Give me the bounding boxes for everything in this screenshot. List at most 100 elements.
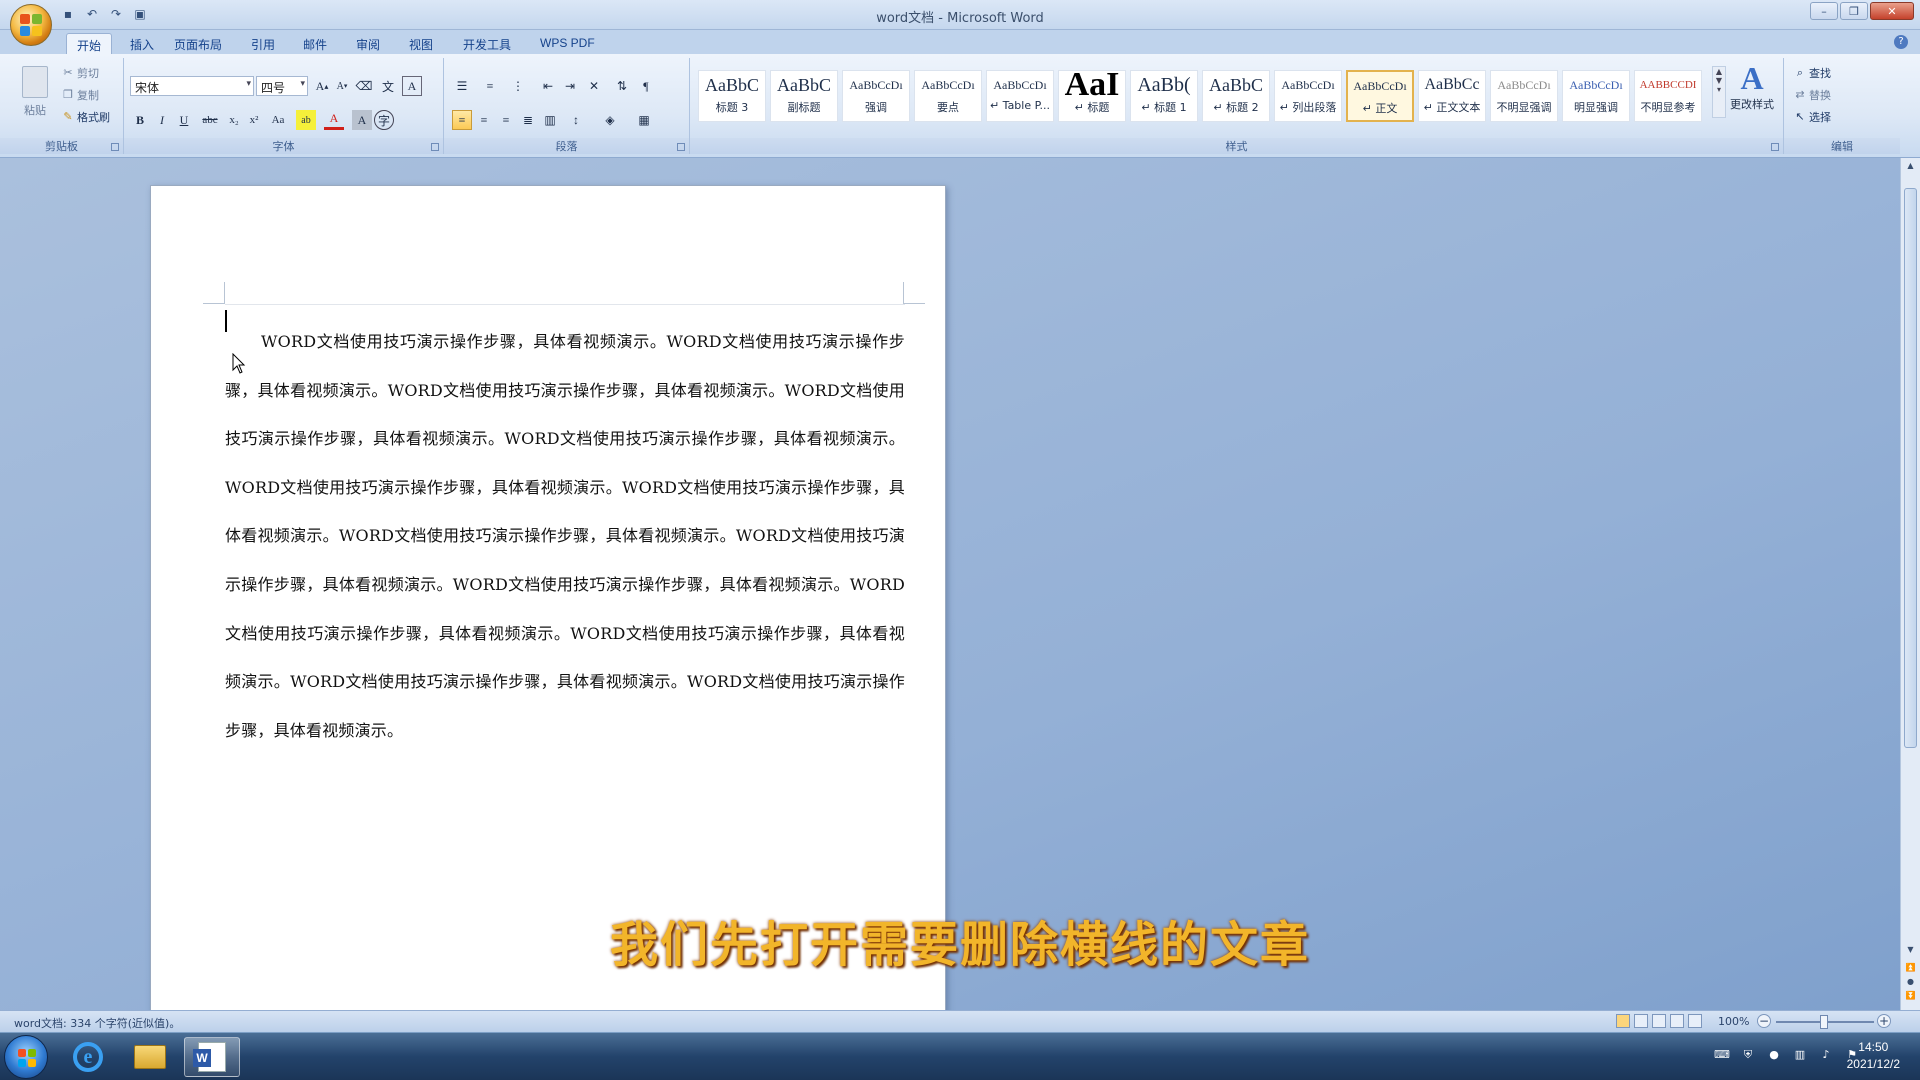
enclose-char-icon[interactable]: 字 (374, 110, 394, 130)
increase-indent-icon[interactable]: ⇥ (560, 76, 580, 96)
browse-object-icon[interactable]: ● (1904, 976, 1917, 988)
borders-icon[interactable]: ▦ (634, 110, 654, 130)
style-item[interactable]: AaI ↵ 标题 (1058, 70, 1126, 122)
zoom-level[interactable]: 100% (1718, 1015, 1749, 1028)
styles-launcher[interactable] (1771, 143, 1779, 151)
underline-button[interactable]: U (174, 110, 194, 130)
justify-button[interactable]: ≣ (518, 110, 538, 130)
italic-button[interactable]: I (152, 110, 172, 130)
style-item[interactable]: AaBb(↵ 标题 1 (1130, 70, 1198, 122)
distributed-button[interactable]: ▥ (540, 110, 560, 130)
style-item[interactable]: AaBbCcDı 不明显强调 (1490, 70, 1558, 122)
char-shading-icon[interactable]: A (352, 110, 372, 130)
style-item[interactable]: AaBbCcDı ↵ 正文 (1346, 70, 1414, 122)
change-styles-button[interactable]: A 更改样式 (1724, 60, 1780, 120)
shield-icon[interactable]: ⛨ (1740, 1047, 1756, 1063)
decrease-indent-icon[interactable]: ⇤ (538, 76, 558, 96)
start-button[interactable] (4, 1035, 48, 1079)
taskbar-clock[interactable]: 14:50 2021/12/2 (1847, 1039, 1900, 1073)
print-layout-view-icon[interactable] (1616, 1014, 1630, 1028)
copy-button[interactable]: ❐ 复制 (62, 86, 99, 104)
cut-button[interactable]: ✂ 剪切 (62, 64, 99, 82)
zoom-slider-thumb[interactable] (1820, 1015, 1828, 1029)
clipboard-launcher[interactable] (111, 143, 119, 151)
phonetic-guide-icon[interactable]: 文 (378, 76, 398, 96)
tab-mailings[interactable]: 邮件 (293, 33, 337, 54)
tab-home[interactable]: 开始 (66, 33, 113, 54)
font-launcher[interactable] (431, 143, 439, 151)
strikethrough-button[interactable]: abc (200, 110, 220, 130)
grow-font-button[interactable]: A ▴ (312, 76, 332, 96)
outline-view-icon[interactable] (1670, 1014, 1684, 1028)
select-button[interactable]: ↖ 选择 (1794, 108, 1831, 126)
close-button[interactable]: ✕ (1870, 2, 1914, 20)
tab-references[interactable]: 引用 (241, 33, 285, 54)
bullets-icon[interactable]: ☰ (452, 76, 472, 96)
document-page[interactable]: WORD文档使用技巧演示操作步骤，具体看视频演示。WORD文档使用技巧演示操作步… (150, 185, 946, 1015)
bold-button[interactable]: B (130, 110, 150, 130)
scroll-thumb[interactable] (1904, 188, 1917, 748)
taskbar-explorer[interactable] (122, 1037, 178, 1077)
align-left-button[interactable]: ≡ (452, 110, 472, 130)
replace-button[interactable]: ⇄ 替换 (1794, 86, 1831, 104)
keyboard-icon[interactable]: ⌨ (1714, 1047, 1730, 1063)
security-icon[interactable]: ● (1766, 1047, 1782, 1063)
font-color-icon[interactable]: A (324, 110, 344, 130)
document-body[interactable]: WORD文档使用技巧演示操作步骤，具体看视频演示。WORD文档使用技巧演示操作步… (225, 318, 905, 755)
chinese-layout-icon[interactable]: ✕ (584, 76, 604, 96)
line-spacing-icon[interactable]: ↕ (566, 110, 586, 130)
web-layout-view-icon[interactable] (1652, 1014, 1666, 1028)
tab-page-layout[interactable]: 页面布局 (164, 33, 232, 54)
highlight-icon[interactable]: ab (296, 110, 316, 130)
style-item[interactable]: AaBbCcDı ↵ 列出段落 (1274, 70, 1342, 122)
style-item[interactable]: AABBCCDI 不明显参考 (1634, 70, 1702, 122)
volume-icon[interactable]: ♪ (1818, 1047, 1834, 1063)
taskbar-ie[interactable]: e (60, 1037, 116, 1077)
align-center-button[interactable]: ≡ (474, 110, 494, 130)
tab-review[interactable]: 审阅 (346, 33, 390, 54)
scroll-up-icon[interactable]: ▲ (1904, 160, 1917, 172)
minimize-button[interactable]: – (1810, 2, 1838, 20)
style-item[interactable]: AaBbCcDı 要点 (914, 70, 982, 122)
zoom-out-icon[interactable]: − (1757, 1014, 1771, 1028)
tab-developer[interactable]: 开发工具 (453, 33, 521, 54)
scroll-down-icon[interactable]: ▼ (1904, 944, 1917, 956)
maximize-button[interactable]: ❐ (1840, 2, 1868, 20)
style-item[interactable]: AaBbCcDı 明显强调 (1562, 70, 1630, 122)
paste-button[interactable]: 粘贴 (16, 66, 54, 126)
shading-icon[interactable]: ◈ (600, 110, 620, 130)
next-page-icon[interactable]: ⏬ (1904, 990, 1917, 1002)
show-marks-icon[interactable]: ¶ (636, 76, 656, 96)
tab-view[interactable]: 视图 (399, 33, 443, 54)
style-item[interactable]: AaBbC 标题 3 (698, 70, 766, 122)
multilevel-list-icon[interactable]: ⋮ (508, 76, 528, 96)
prev-page-icon[interactable]: ⏫ (1904, 962, 1917, 974)
shrink-font-button[interactable]: A ▾ (332, 76, 352, 96)
subscript-button[interactable]: x₂ (224, 110, 244, 130)
help-icon[interactable]: ? (1894, 35, 1908, 49)
style-item[interactable]: AaBbC 副标题 (770, 70, 838, 122)
superscript-button[interactable]: x² (244, 110, 264, 130)
font-name-combo[interactable]: 宋体 ▾ (130, 76, 254, 96)
change-case-button[interactable]: Aa (268, 110, 288, 130)
font-size-combo[interactable]: 四号 ▾ (256, 76, 308, 96)
char-border-icon[interactable]: A (402, 76, 422, 96)
clear-format-icon[interactable]: ⌫ (354, 76, 374, 96)
tab-insert[interactable]: 插入 (120, 33, 164, 54)
style-item[interactable]: AaBbCc ↵ 正文文本 (1418, 70, 1486, 122)
style-item[interactable]: AaBbC ↵ 标题 2 (1202, 70, 1270, 122)
draft-view-icon[interactable] (1688, 1014, 1702, 1028)
zoom-in-icon[interactable]: + (1877, 1014, 1891, 1028)
format-painter-button[interactable]: ✎ 格式刷 (62, 108, 110, 126)
sort-icon[interactable]: ⇅ (612, 76, 632, 96)
style-item[interactable]: AaBbCcDı 强调 (842, 70, 910, 122)
find-button[interactable]: ⌕ 查找 (1794, 64, 1831, 82)
full-screen-view-icon[interactable] (1634, 1014, 1648, 1028)
paragraph-launcher[interactable] (677, 143, 685, 151)
style-item[interactable]: AaBbCcDı ↵ Table P... (986, 70, 1054, 122)
numbering-icon[interactable]: ≡ (480, 76, 500, 96)
network-icon[interactable]: ▥ (1792, 1047, 1808, 1063)
office-button[interactable] (10, 4, 52, 46)
taskbar-word[interactable] (184, 1037, 240, 1077)
align-right-button[interactable]: ≡ (496, 110, 516, 130)
